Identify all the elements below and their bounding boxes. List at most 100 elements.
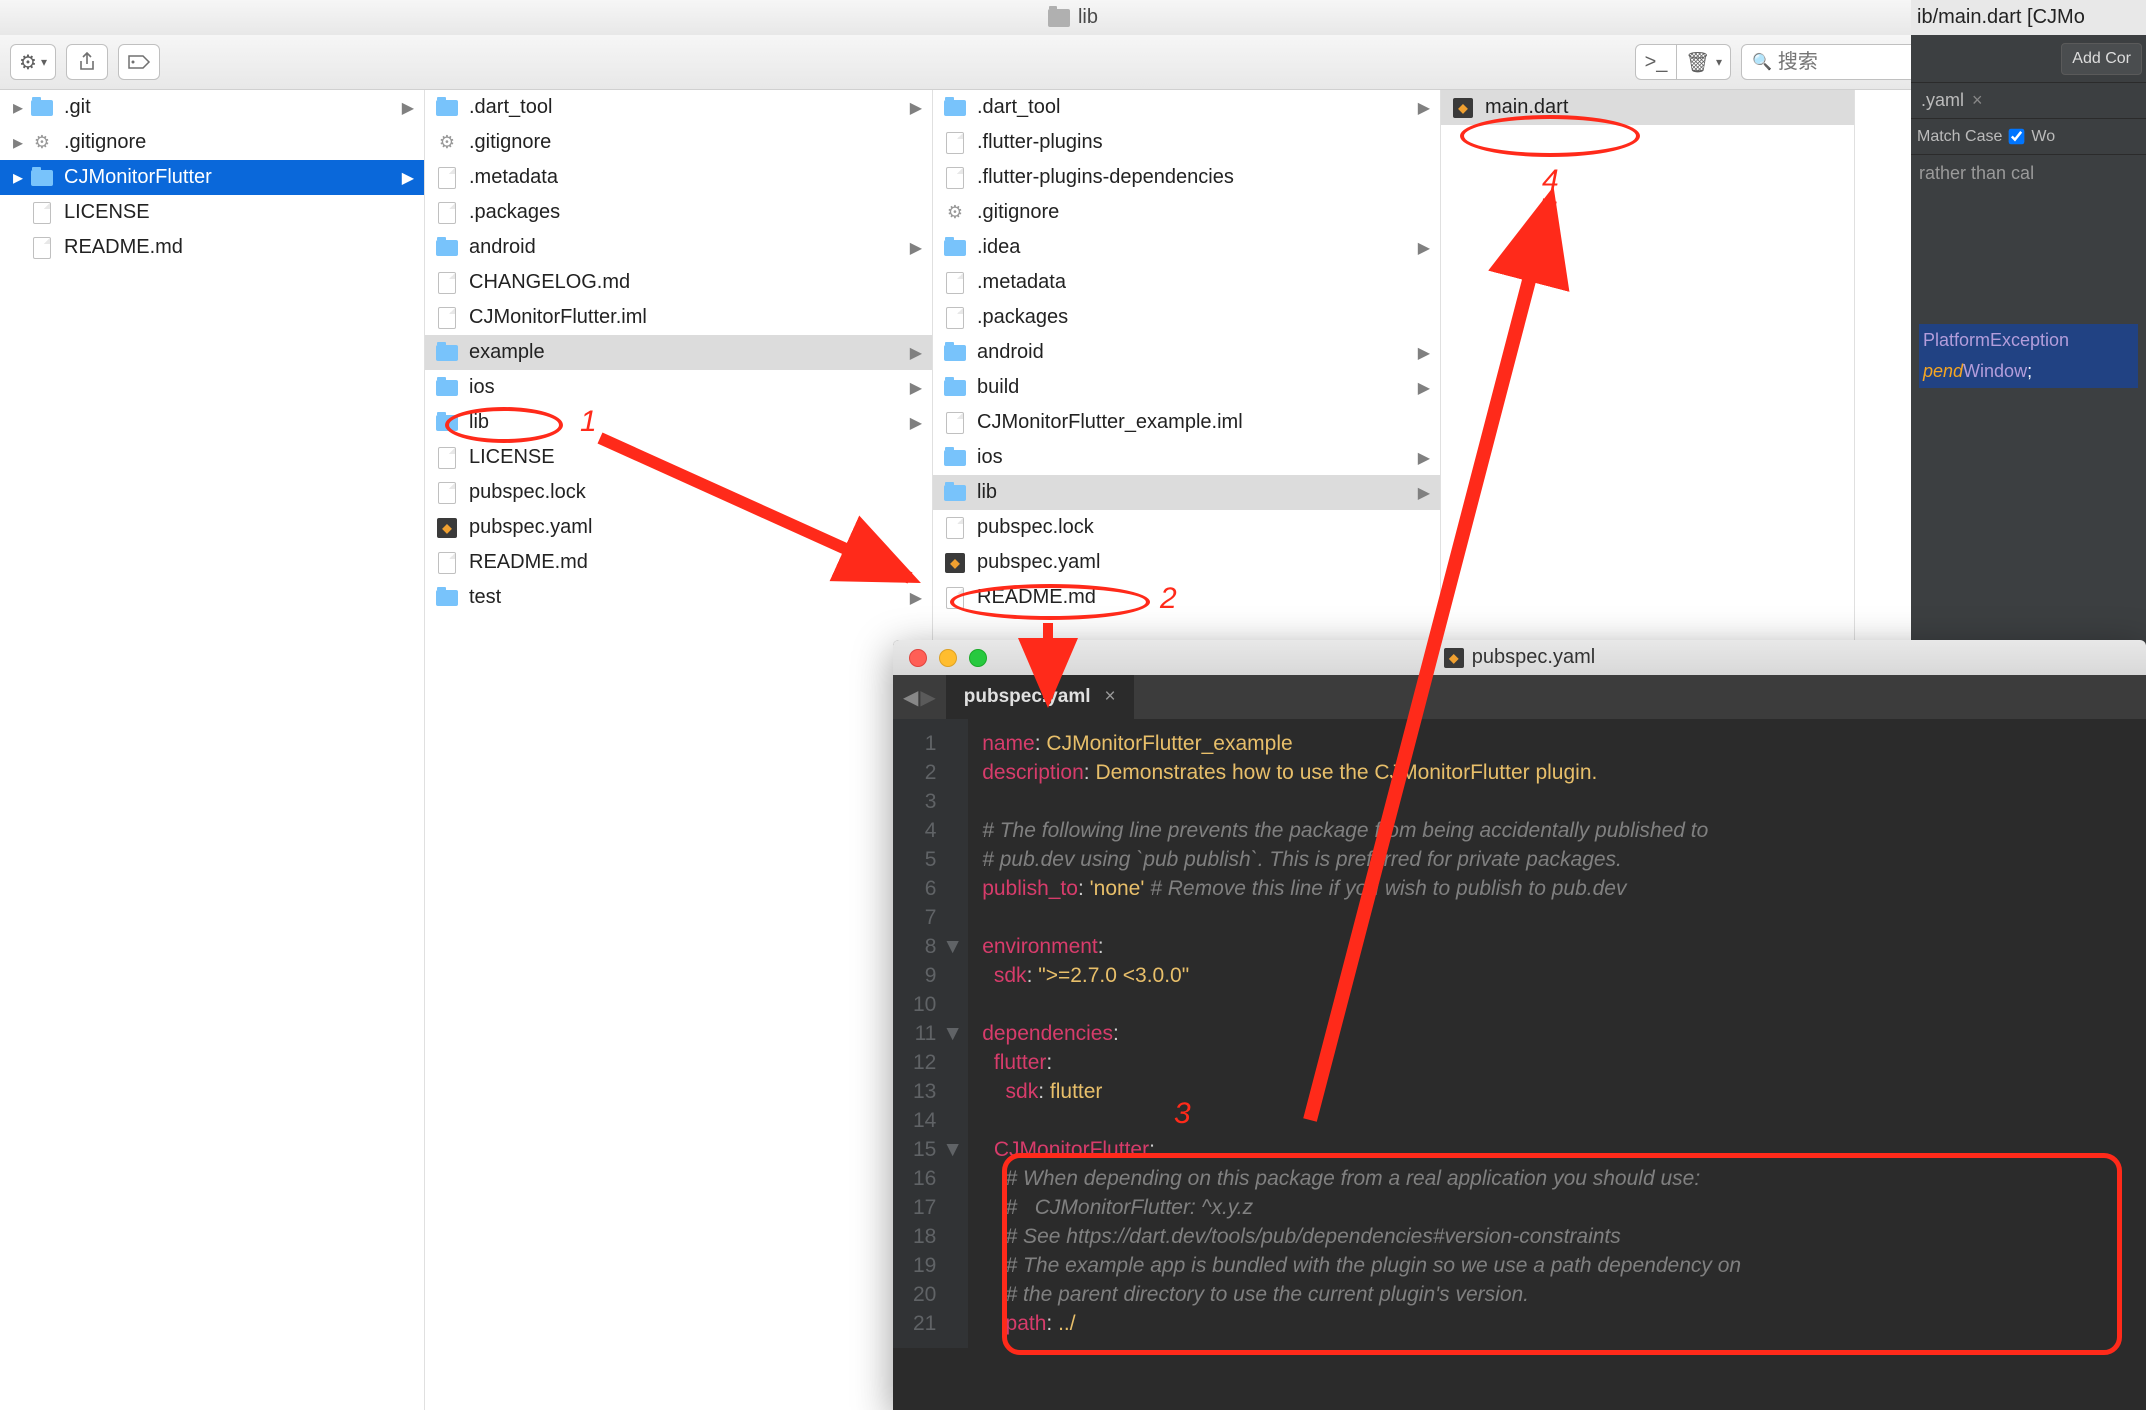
annotation-box-3: [1002, 1153, 2122, 1355]
folder-icon: [944, 450, 966, 466]
finder-column-1[interactable]: ▸.git▶▸⚙.gitignore▸CJMonitorFlutter▶ LICE…: [0, 90, 425, 1410]
terminal-icon: >_: [1645, 51, 1668, 74]
file-icon: [438, 447, 456, 469]
item-label: example: [469, 341, 910, 364]
list-item[interactable]: README.md: [0, 230, 424, 265]
file-icon: [438, 552, 456, 574]
yaml-file-icon: ◆: [945, 553, 965, 573]
list-item[interactable]: .dart_tool▶: [933, 90, 1440, 125]
line-gutter: 1 2 3 4 5 6 7 8 ▼9 10 11 ▼12 13 14 15 ▼1…: [893, 719, 968, 1348]
file-icon: [438, 272, 456, 294]
annotation-oval-2: [950, 584, 1150, 620]
action-menu-button[interactable]: ⚙ ▾: [10, 44, 56, 80]
close-icon[interactable]: ×: [1105, 686, 1116, 708]
words-checkbox[interactable]: [2009, 129, 2025, 145]
line-number: 16: [913, 1164, 956, 1193]
list-item[interactable]: ios▶: [425, 370, 932, 405]
list-item[interactable]: CHANGELOG.md: [425, 265, 932, 300]
nav-forward-button[interactable]: ▶: [920, 685, 935, 710]
list-item[interactable]: ▸⚙.gitignore: [0, 125, 424, 160]
line-number: 6: [913, 874, 956, 903]
chevron-right-icon: ▶: [910, 343, 922, 363]
list-item[interactable]: android▶: [425, 230, 932, 265]
disclosure-triangle[interactable]: ▸: [10, 95, 26, 120]
line-number: 21: [913, 1309, 956, 1338]
match-case-label: Match Case: [1917, 128, 2002, 146]
terminal-dropdown-button[interactable]: 🗑 ▾: [1677, 44, 1731, 80]
list-item[interactable]: .flutter-plugins: [933, 125, 1440, 160]
line-number: 13: [913, 1077, 956, 1106]
annotation-oval-4: [1460, 115, 1640, 157]
list-item[interactable]: .packages: [425, 195, 932, 230]
add-config-button[interactable]: Add Cor: [2061, 43, 2142, 75]
file-icon: [438, 307, 456, 329]
annotation-oval-1: [445, 407, 563, 443]
nav-buttons: ◀ ▶: [893, 675, 946, 719]
item-label: CJMonitorFlutter.iml: [469, 306, 922, 329]
minimize-button[interactable]: [939, 649, 957, 667]
folder-icon: [436, 345, 458, 361]
file-icon: [33, 237, 51, 259]
ide-find-bar: Match Case Wo: [1911, 119, 2146, 155]
ide-toolbar: Add Cor: [1911, 35, 2146, 83]
share-button[interactable]: [66, 44, 108, 80]
fold-indicator[interactable]: ▼: [942, 932, 956, 961]
item-label: LICENSE: [64, 201, 414, 224]
chevron-right-icon: ▶: [402, 98, 414, 118]
close-button[interactable]: [909, 649, 927, 667]
finder-toolbar: ⚙ ▾ >_ 🗑 ▾ 🔍: [0, 35, 2146, 90]
list-item[interactable]: CJMonitorFlutter.iml: [425, 300, 932, 335]
line-number: 3: [913, 787, 956, 816]
line-number: 15 ▼: [913, 1135, 956, 1164]
ide-code-body: rather than cal PlatformException pendWi…: [1911, 155, 2146, 396]
item-label: .gitignore: [64, 131, 414, 154]
ide-tab[interactable]: .yaml ×: [1911, 83, 2146, 119]
item-label: .dart_tool: [469, 96, 910, 119]
folder-icon: [31, 100, 53, 116]
annotation-number-3: 3: [1174, 1097, 1191, 1131]
fold-indicator[interactable]: ▼: [942, 1019, 956, 1048]
disclosure-triangle[interactable]: ▸: [10, 165, 26, 190]
folder-icon: [944, 240, 966, 256]
close-icon[interactable]: ×: [1972, 90, 1983, 111]
list-item[interactable]: LICENSE: [0, 195, 424, 230]
disclosure-triangle[interactable]: ▸: [10, 130, 26, 155]
line-number: 2: [913, 758, 956, 787]
yaml-file-icon: ◆: [1453, 98, 1473, 118]
line-number: 8 ▼: [913, 932, 956, 961]
zoom-button[interactable]: [969, 649, 987, 667]
file-icon: [438, 482, 456, 504]
line-number: 5: [913, 845, 956, 874]
item-label: README.md: [64, 236, 414, 259]
finder-titlebar: lib: [0, 0, 2146, 35]
list-item[interactable]: .dart_tool▶: [425, 90, 932, 125]
yaml-file-icon: ◆: [437, 518, 457, 538]
item-label: CHANGELOG.md: [469, 271, 922, 294]
finder-column-2[interactable]: .dart_tool▶⚙.gitignore.metadata.packages…: [425, 90, 933, 1410]
list-item[interactable]: ▸.git▶: [0, 90, 424, 125]
gear-icon: ⚙: [945, 203, 965, 223]
list-item[interactable]: .metadata: [425, 160, 932, 195]
terminal-button[interactable]: >_: [1635, 44, 1677, 80]
folder-icon: [31, 170, 53, 186]
folder-icon: [944, 345, 966, 361]
tags-button[interactable]: [118, 44, 160, 80]
list-item[interactable]: example▶: [425, 335, 932, 370]
words-label: Wo: [2031, 128, 2055, 146]
traffic-lights: [909, 649, 987, 667]
list-item[interactable]: ▸CJMonitorFlutter▶: [0, 160, 424, 195]
folder-icon: [1048, 9, 1070, 27]
file-icon: [946, 307, 964, 329]
file-icon: [946, 272, 964, 294]
folder-icon: [944, 100, 966, 116]
tag-icon: [127, 54, 151, 70]
item-label: .gitignore: [469, 131, 922, 154]
item-label: .dart_tool: [977, 96, 1418, 119]
nav-back-button[interactable]: ◀: [903, 685, 918, 710]
line-number: 1: [913, 729, 956, 758]
folder-icon: [944, 485, 966, 501]
fold-indicator[interactable]: ▼: [942, 1135, 956, 1164]
line-number: 20: [913, 1280, 956, 1309]
list-item[interactable]: ⚙.gitignore: [425, 125, 932, 160]
gear-icon: ⚙: [19, 50, 37, 75]
